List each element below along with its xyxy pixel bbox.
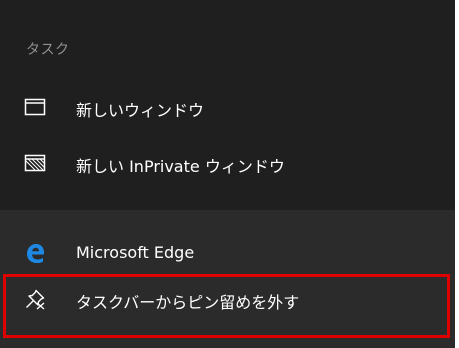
tasks-header: タスク (26, 42, 70, 58)
unpin-from-taskbar-label: タスクバーからピン留めを外す (76, 293, 300, 312)
taskbar-jump-list: タスク 新しいウィンドウ 新しい InPrivate ウィンドウ Microso… (0, 0, 455, 348)
pinned-section: Microsoft Edge タスクバーからピン留めを外す (0, 210, 455, 348)
unpin-from-taskbar-item[interactable]: タスクバーからピン留めを外す (0, 276, 455, 324)
new-inprivate-window-item[interactable]: 新しい InPrivate ウィンドウ (0, 140, 455, 188)
inprivate-window-icon (24, 152, 46, 174)
edge-icon (24, 242, 46, 264)
new-inprivate-window-label: 新しい InPrivate ウィンドウ (76, 157, 285, 176)
unpin-icon (24, 288, 46, 310)
new-window-item[interactable]: 新しいウィンドウ (0, 84, 455, 132)
new-window-label: 新しいウィンドウ (76, 101, 205, 120)
right-border (455, 0, 459, 348)
tasks-section: タスク 新しいウィンドウ 新しい InPrivate ウィンドウ (0, 0, 455, 210)
microsoft-edge-item[interactable]: Microsoft Edge (0, 230, 455, 278)
microsoft-edge-label: Microsoft Edge (76, 243, 195, 262)
window-icon (24, 96, 46, 118)
